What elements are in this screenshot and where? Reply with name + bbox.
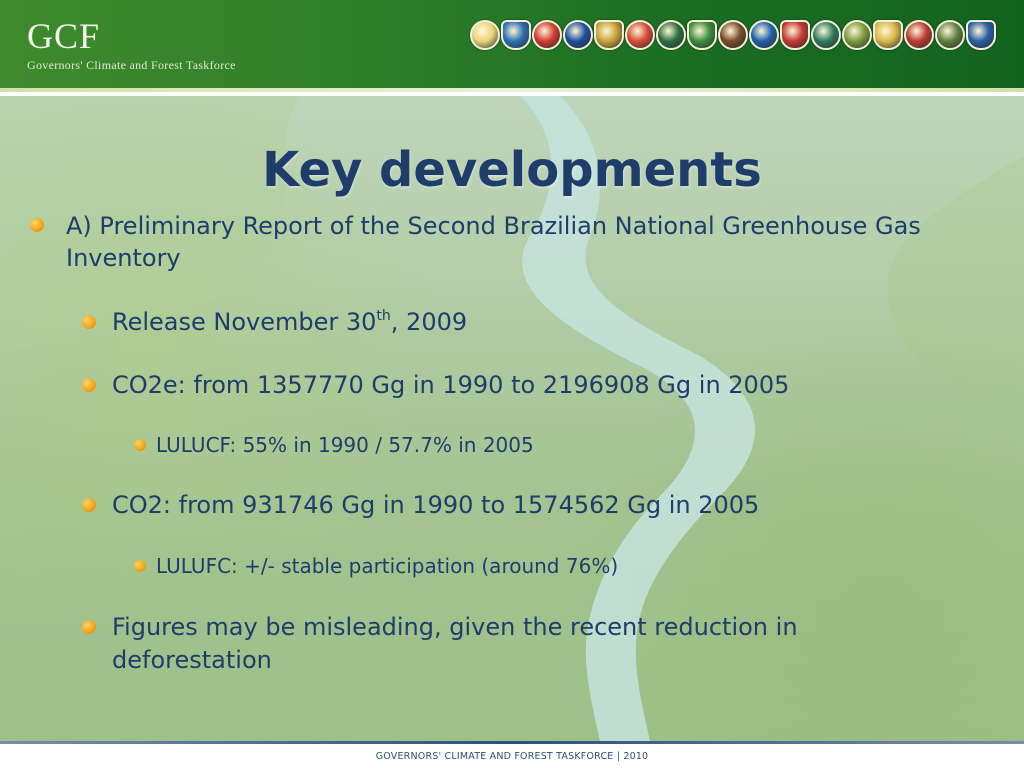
bullet-dot-icon [82, 620, 96, 634]
state-seal-icon [687, 20, 717, 50]
state-seal-icon [625, 20, 655, 50]
state-seal-icon [842, 20, 872, 50]
seal-emblem [935, 20, 965, 50]
bullet-dot-icon [134, 560, 146, 572]
figures-text: Figures may be misleading, given the rec… [112, 613, 798, 674]
bullet-dot-icon [134, 439, 146, 451]
state-seal-icon [873, 20, 903, 50]
state-seal-icon [904, 20, 934, 50]
state-seal-icon [470, 20, 500, 50]
seal-emblem [780, 20, 810, 50]
bullet-lulufc: LULUFC: +/- stable participation (around… [156, 553, 916, 579]
seal-emblem [842, 20, 872, 50]
seal-emblem [594, 20, 624, 50]
footer-text: GOVERNORS' CLIMATE AND FOREST TASKFORCE … [375, 751, 649, 762]
bullet-co2: CO2: from 931746 Gg in 1990 to 1574562 G… [112, 489, 972, 522]
release-text-suffix: , 2009 [390, 308, 468, 336]
bullet-release: Release November 30th, 2009 [112, 306, 912, 339]
seal-emblem [904, 20, 934, 50]
state-seal-icon [780, 20, 810, 50]
bullet-dot-icon [82, 498, 96, 512]
co2-text: CO2: from 931746 Gg in 1990 to 1574562 G… [112, 491, 760, 519]
release-text-sup: th [376, 308, 391, 324]
bullet-dot-icon [82, 378, 96, 392]
seal-emblem [718, 20, 748, 50]
state-seal-icon [656, 20, 686, 50]
state-seal-icon [718, 20, 748, 50]
seal-emblem [749, 20, 779, 50]
gcf-logo: GCF Governors' Climate and Forest Taskfo… [27, 18, 236, 73]
state-seal-icon [966, 20, 996, 50]
state-seal-icon [811, 20, 841, 50]
seal-emblem [625, 20, 655, 50]
release-text-prefix: Release November 30 [112, 308, 377, 336]
logo-title: GCF [27, 16, 101, 56]
bullet-dot-icon [82, 315, 96, 329]
bullet-a: A) Preliminary Report of the Second Braz… [66, 210, 966, 274]
seal-emblem [966, 20, 996, 50]
bullet-dot-icon [30, 218, 44, 232]
bullet-figures: Figures may be misleading, given the rec… [112, 611, 852, 677]
seal-emblem [532, 20, 562, 50]
seal-emblem [656, 20, 686, 50]
seal-emblem [873, 20, 903, 50]
bullet-lulucf: LULUCF: 55% in 1990 / 57.7% in 2005 [156, 432, 916, 458]
seal-emblem [687, 20, 717, 50]
slide-title: Key developments [262, 142, 762, 198]
bullet-co2e: CO2e: from 1357770 Gg in 1990 to 2196908… [112, 369, 972, 402]
bullet-a-text: A) Preliminary Report of the Second Braz… [66, 212, 921, 272]
state-seal-icon [501, 20, 531, 50]
logo-subtitle: Governors' Climate and Forest Taskforce [27, 58, 236, 72]
state-seal-icon [749, 20, 779, 50]
seal-emblem [811, 20, 841, 50]
state-seal-icon [563, 20, 593, 50]
state-seal-icon [935, 20, 965, 50]
seal-emblem [470, 20, 500, 50]
lulufc-text: LULUFC: +/- stable participation (around… [156, 554, 619, 578]
state-seal-icon [594, 20, 624, 50]
co2e-text: CO2e: from 1357770 Gg in 1990 to 2196908… [112, 371, 790, 399]
footer-bar: GOVERNORS' CLIMATE AND FOREST TASKFORCE … [0, 741, 1024, 768]
state-seal-icon [532, 20, 562, 50]
seal-emblem [501, 20, 531, 50]
lulucf-text: LULUCF: 55% in 1990 / 57.7% in 2005 [156, 433, 534, 457]
member-seals-row [470, 20, 1010, 74]
header-bar: GCF Governors' Climate and Forest Taskfo… [0, 0, 1024, 92]
seal-emblem [563, 20, 593, 50]
